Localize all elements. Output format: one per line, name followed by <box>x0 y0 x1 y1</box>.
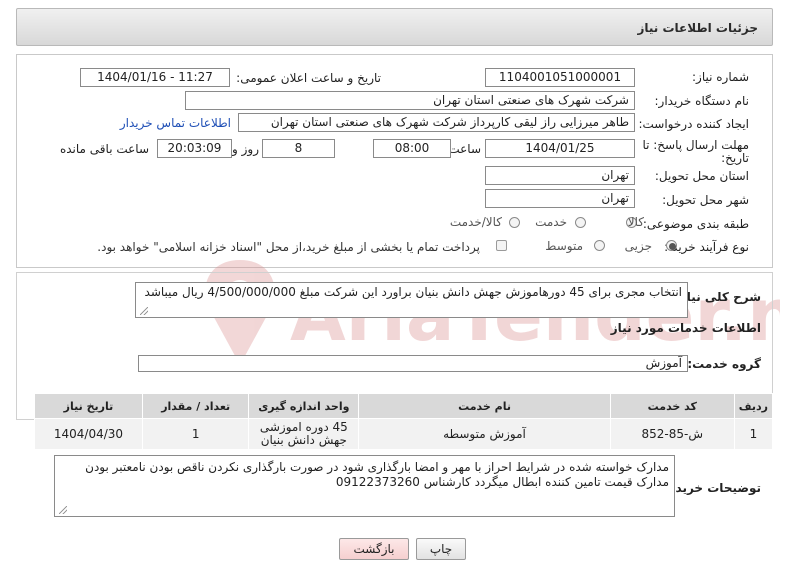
province-label: استان محل تحویل: <box>654 169 749 183</box>
col-service-code: کد خدمت <box>609 393 735 419</box>
deadline-label: مهلت ارسال پاسخ: تا <box>642 138 749 152</box>
services-table: ردیف کد خدمت نام خدمت واحد اندازه گیری ت… <box>34 393 774 450</box>
category-service-label: خدمت <box>535 215 567 229</box>
process-partial-radio[interactable] <box>666 240 677 251</box>
treasury-payment-checkbox[interactable] <box>496 240 507 251</box>
process-medium-radio[interactable] <box>594 240 605 251</box>
remaining-time-field: 20:03:09 <box>157 139 232 158</box>
col-unit: واحد اندازه گیری <box>248 393 360 419</box>
cell-need-date: 1404/04/30 <box>34 418 143 450</box>
summary-textarea: انتخاب مجری برای 45 دورهاموزش جهش دانش ب… <box>135 282 688 318</box>
process-type-label: نوع فرآیند خرید : <box>664 240 749 254</box>
category-label: طبقه بندی موضوعی: <box>642 217 749 231</box>
buyer-notes-textarea: مدارک خواسته شده در شرایط احراز با مهر و… <box>54 455 675 517</box>
cell-service-name: آموزش متوسطه <box>358 418 611 450</box>
deadline-time-label: ساعت <box>448 142 481 156</box>
buyer-notes-text: مدارک خواسته شده در شرایط احراز با مهر و… <box>85 460 669 489</box>
service-group-label: گروه خدمت: <box>687 357 761 371</box>
category-goods-label: کالا <box>627 215 644 229</box>
category-service-radio[interactable] <box>575 217 586 228</box>
back-button[interactable]: بازگشت <box>339 538 409 560</box>
announce-datetime-field: 1404/01/16 - 11:27 <box>80 68 230 87</box>
service-group-field: آموزش <box>138 355 688 372</box>
resize-handle-icon[interactable] <box>140 307 148 315</box>
services-section-title: اطلاعات خدمات مورد نیاز <box>610 321 761 335</box>
cell-unit: 45 دوره اموزشی جهش دانش بنیان <box>248 418 360 450</box>
buyer-org-label: نام دستگاه خریدار: <box>654 94 750 108</box>
summary-text: انتخاب مجری برای 45 دورهاموزش جهش دانش ب… <box>144 285 682 299</box>
buyer-contact-link[interactable]: اطلاعات تماس خریدار <box>120 116 231 130</box>
page-header: جزئیات اطلاعات نیاز <box>16 8 773 46</box>
services-table-header: ردیف کد خدمت نام خدمت واحد اندازه گیری ت… <box>34 393 774 419</box>
cell-quantity: 1 <box>141 418 250 450</box>
days-label: روز و <box>232 142 259 156</box>
process-medium-label: متوسط <box>545 239 583 253</box>
treasury-payment-note: پرداخت تمام یا بخشی از مبلغ خرید،از محل … <box>97 240 480 254</box>
requester-label: ایجاد کننده درخواست: <box>638 117 749 131</box>
print-button[interactable]: چاپ <box>416 538 466 560</box>
buyer-org-field: شرکت شهرک های صنعتی استان تهران <box>185 91 635 110</box>
resize-handle-icon[interactable] <box>59 506 67 514</box>
deadline-date-field: 1404/01/25 <box>485 139 635 158</box>
col-service-name: نام خدمت <box>358 393 611 419</box>
need-number-field: 1104001051000001 <box>485 68 635 87</box>
deadline-label-date: تاریخ: <box>721 151 749 165</box>
announce-datetime-label: تاریخ و ساعت اعلان عمومی: <box>236 71 381 85</box>
process-partial-label: جزیی <box>624 239 652 253</box>
category-goods-service-radio[interactable] <box>509 217 520 228</box>
city-field: تهران <box>485 189 635 208</box>
deadline-time-field: 08:00 <box>373 139 451 158</box>
cell-service-code: ش-85-852 <box>609 418 735 450</box>
col-quantity: تعداد / مقدار <box>141 393 250 419</box>
city-label: شهر محل تحویل: <box>662 193 749 207</box>
need-number-label: شماره نیاز: <box>692 70 749 84</box>
cell-row: 1 <box>733 418 774 450</box>
page-title: جزئیات اطلاعات نیاز <box>637 21 758 35</box>
remaining-time-label: ساعت باقی مانده <box>59 142 149 156</box>
province-field: تهران <box>485 166 635 185</box>
table-row: 1 ش-85-852 آموزش متوسطه 45 دوره اموزشی ج… <box>34 418 774 450</box>
col-row: ردیف <box>733 393 774 419</box>
requester-field: طاهر میرزایی راز لیقی کارپرداز شرکت شهرک… <box>238 113 635 132</box>
category-goods-service-label: کالا/خدمت <box>449 215 502 229</box>
remaining-days-field: 8 <box>262 139 335 158</box>
col-need-date: تاریخ نیاز <box>34 393 143 419</box>
